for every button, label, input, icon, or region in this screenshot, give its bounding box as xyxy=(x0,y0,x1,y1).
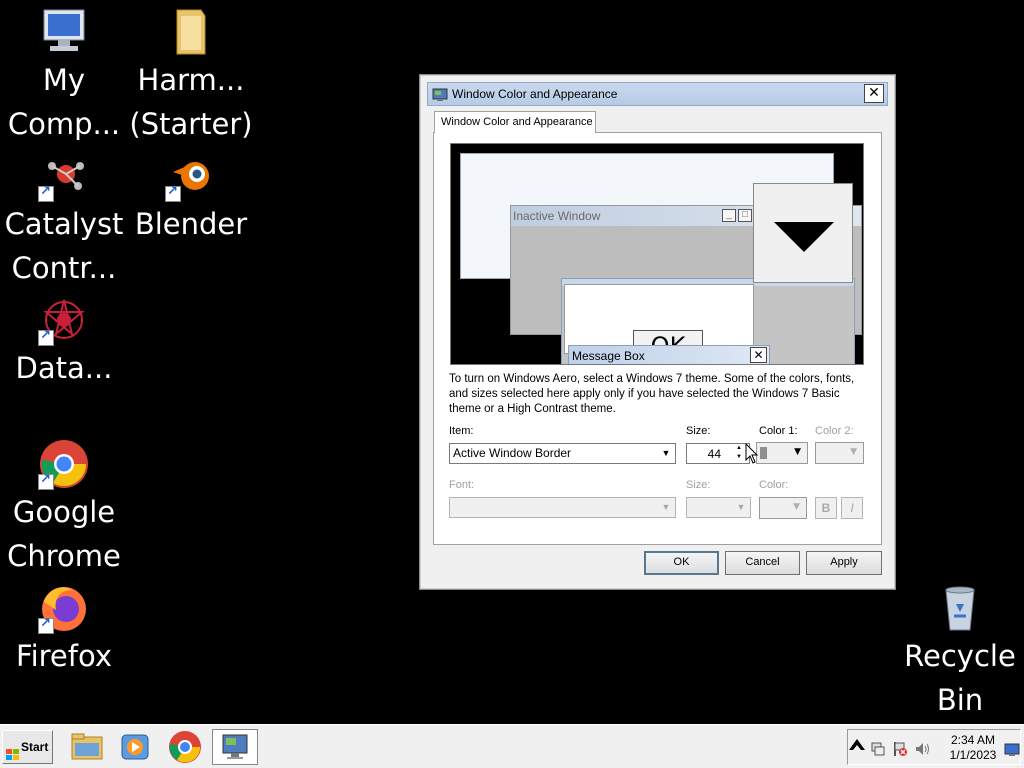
preview-scroll-arrow-button[interactable] xyxy=(753,183,853,283)
chevron-down-icon: ▼ xyxy=(661,502,671,512)
shortcut-arrow-icon xyxy=(38,184,54,202)
desktop-icon-blender[interactable]: Blender xyxy=(127,150,255,246)
display-settings-icon xyxy=(432,87,448,101)
desktop-icon-harmony-starter[interactable]: Harm... (Starter) xyxy=(127,6,255,146)
desktop-icon-label: Google Chrome xyxy=(7,495,121,573)
aero-description: To turn on Windows Aero, select a Window… xyxy=(449,373,855,415)
taskbar: Start 2:34 AM 1/1/2023 xyxy=(0,724,1024,768)
desktop-icon-label: Blender xyxy=(134,207,248,241)
blender-icon xyxy=(165,150,217,202)
shortcut-arrow-icon xyxy=(165,184,181,202)
start-button[interactable]: Start xyxy=(2,730,53,764)
shortcut-arrow-icon xyxy=(38,616,54,634)
clock-time: 2:34 AM xyxy=(950,733,996,747)
show-hidden-icons-icon[interactable] xyxy=(848,736,866,758)
font-size-label: Size: xyxy=(686,479,711,491)
preview-inactive-title: Inactive Window xyxy=(513,209,601,223)
italic-button: I xyxy=(841,497,863,519)
color-swatch xyxy=(760,447,767,459)
clock[interactable]: 2:34 AM 1/1/2023 xyxy=(942,733,1004,763)
firefox-icon xyxy=(38,582,90,634)
desktop-icon-firefox[interactable]: Firefox xyxy=(0,582,128,678)
font-color-picker-button: ▼ xyxy=(759,497,807,519)
file-explorer-icon xyxy=(64,733,110,768)
taskbar-media-player[interactable] xyxy=(112,729,158,765)
chevron-down-icon: ▼ xyxy=(794,447,801,457)
clock-date: 1/1/2023 xyxy=(949,748,997,762)
size-stepper[interactable]: 44 ▲ ▼ xyxy=(686,443,750,464)
chevron-down-icon: ▼ xyxy=(661,448,671,458)
font-size-select: ▼ xyxy=(686,497,751,518)
tab-window-color-appearance[interactable]: Window Color and Appearance xyxy=(434,111,596,133)
start-label: Start xyxy=(21,740,49,754)
desktop-icon-label: Catalyst Contr... xyxy=(4,207,124,285)
color1-label: Color 1: xyxy=(759,425,798,437)
appearance-preview[interactable]: Inactive Window _ □ OK Message Box ✕ xyxy=(450,143,864,365)
font-select: ▼ xyxy=(449,497,676,518)
windows-logo-icon xyxy=(6,741,19,760)
desktop-icon-label: Data... xyxy=(15,351,113,385)
volume-icon[interactable] xyxy=(914,741,930,757)
bold-button: B xyxy=(815,497,837,519)
ok-button[interactable]: OK xyxy=(644,551,719,575)
size-label: Size: xyxy=(686,425,711,437)
shortcut-arrow-icon xyxy=(38,472,54,490)
dialog-title-bar[interactable]: Window Color and Appearance ✕ xyxy=(427,82,888,106)
arrow-down-icon xyxy=(774,222,834,252)
chrome-icon xyxy=(38,438,90,490)
desktop-icon-label: Recycle Bin xyxy=(904,639,1016,717)
catalyst-icon xyxy=(38,150,90,202)
chrome-icon xyxy=(162,731,208,768)
desktop-icon-google-chrome[interactable]: Google Chrome xyxy=(0,438,128,578)
item-select[interactable]: Active Window Border ▼ xyxy=(449,443,676,464)
taskbar-file-explorer[interactable] xyxy=(64,729,110,765)
computer-icon xyxy=(38,6,90,58)
minimize-icon: _ xyxy=(722,209,736,222)
action-center-icon[interactable] xyxy=(892,741,908,757)
preview-message-box-title: Message Box xyxy=(572,349,645,363)
apply-button[interactable]: Apply xyxy=(806,551,882,575)
chevron-down-icon: ▼ xyxy=(793,502,800,512)
desktop-icon-my-computer[interactable]: My Comp... xyxy=(0,6,128,146)
item-select-value: Active Window Border xyxy=(453,446,572,460)
show-desktop-icon[interactable] xyxy=(1004,742,1020,758)
maximize-icon: □ xyxy=(738,209,752,222)
recycle-bin-icon xyxy=(934,582,986,634)
desktop-icon-label: Harm... (Starter) xyxy=(129,63,253,141)
media-player-icon xyxy=(112,734,158,768)
network-icon[interactable] xyxy=(870,741,886,757)
desktop-icon-data[interactable]: Data... xyxy=(0,294,128,390)
taskbar-chrome[interactable] xyxy=(162,729,208,765)
shortcut-arrow-icon xyxy=(38,328,54,346)
cancel-button[interactable]: Cancel xyxy=(725,551,800,575)
folder-icon xyxy=(165,6,217,58)
close-icon: ✕ xyxy=(750,347,767,363)
desktop-icon-label: My Comp... xyxy=(7,63,121,141)
size-value: 44 xyxy=(707,447,721,461)
font-color-label: Color: xyxy=(759,479,789,491)
display-settings-icon xyxy=(213,734,257,768)
mouse-cursor-icon xyxy=(745,442,759,465)
desktop-icon-catalyst[interactable]: Catalyst Contr... xyxy=(0,150,128,290)
system-tray: 2:34 AM 1/1/2023 xyxy=(847,729,1021,765)
font-label: Font: xyxy=(449,479,475,491)
preview-message-box-title-bar[interactable]: Message Box ✕ xyxy=(568,345,770,364)
item-label: Item: xyxy=(449,425,474,437)
close-button[interactable]: ✕ xyxy=(864,84,884,103)
color1-picker-button[interactable]: ▼ xyxy=(756,442,808,464)
color2-label: Color 2: xyxy=(815,425,854,437)
chevron-down-icon: ▼ xyxy=(850,447,857,457)
data-icon xyxy=(38,294,90,346)
taskbar-window-color-appearance[interactable] xyxy=(212,729,258,765)
desktop-icon-recycle-bin[interactable]: Recycle Bin xyxy=(896,582,1024,722)
desktop-icon-label: Firefox xyxy=(16,639,112,673)
chevron-down-icon: ▼ xyxy=(736,502,746,512)
dialog-title: Window Color and Appearance xyxy=(452,87,618,101)
color2-picker-button: ▼ xyxy=(815,442,864,464)
